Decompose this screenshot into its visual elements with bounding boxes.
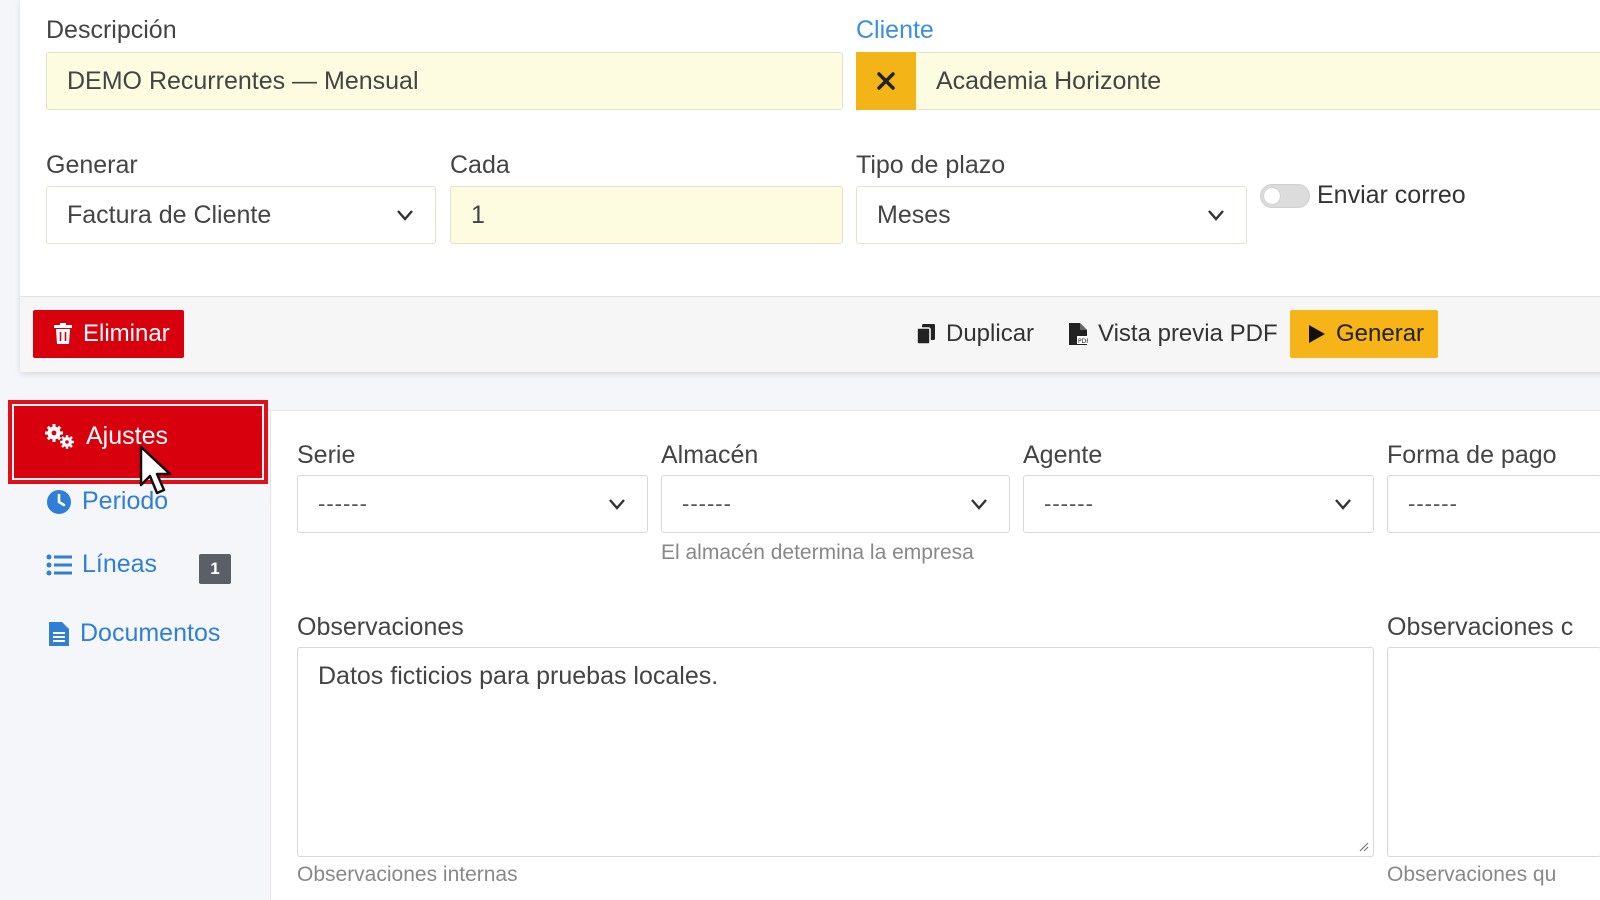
observaciones-cliente-textarea[interactable]	[1387, 647, 1600, 857]
generar-button[interactable]: Generar	[1290, 310, 1439, 358]
enviar-correo-label: Enviar correo	[1317, 181, 1466, 209]
almacen-value: ------	[682, 491, 732, 516]
agente-label: Agente	[1023, 441, 1103, 469]
forma-pago-label: Forma de pago	[1387, 441, 1557, 469]
mouse-cursor-icon	[139, 445, 172, 495]
tipo-plazo-label: Tipo de plazo	[856, 151, 1006, 179]
observaciones-textarea[interactable]: Datos ficticios para pruebas locales.	[297, 647, 1374, 857]
serie-value: ------	[318, 491, 368, 516]
descripcion-input[interactable]: DEMO Recurrentes — Mensual	[46, 52, 843, 110]
svg-text:PDF: PDF	[1078, 338, 1088, 345]
cliente-label[interactable]: Cliente	[856, 16, 934, 45]
clock-icon	[47, 489, 71, 514]
tipo-plazo-select[interactable]: Meses	[856, 186, 1247, 244]
card-footer: Eliminar Duplicar PDF Vista previa PDF G…	[20, 296, 1600, 372]
resize-handle-icon[interactable]	[1359, 842, 1369, 852]
observaciones-label: Observaciones	[297, 613, 464, 641]
cliente-value: Academia Horizonte	[936, 66, 1162, 95]
cada-value: 1	[471, 200, 485, 229]
descripcion-label: Descripción	[46, 16, 177, 44]
form-card: Descripción DEMO Recurrentes — Mensual C…	[20, 0, 1600, 372]
generar-select[interactable]: Factura de Cliente	[46, 186, 436, 244]
lineas-count-badge: 1	[199, 554, 231, 584]
cliente-input[interactable]: Academia Horizonte	[916, 52, 1600, 110]
agente-select[interactable]: ------	[1023, 475, 1374, 533]
chevron-down-icon	[1208, 210, 1224, 221]
chevron-down-icon	[397, 210, 413, 221]
eliminar-label: Eliminar	[83, 320, 170, 347]
chevron-down-icon	[1335, 499, 1351, 510]
sidebar-item-documentos[interactable]: Documentos	[48, 619, 220, 648]
descripcion-value: DEMO Recurrentes — Mensual	[67, 66, 419, 95]
generar-button-label: Generar	[1336, 320, 1425, 347]
settings-panel: Serie ------ Almacén ------ El almacén d…	[270, 410, 1600, 900]
sidebar-item-label: Documentos	[80, 619, 221, 647]
clear-cliente-button[interactable]	[856, 52, 916, 110]
file-pdf-icon: PDF	[1069, 323, 1088, 345]
duplicar-label: Duplicar	[946, 320, 1035, 347]
serie-label: Serie	[297, 441, 356, 469]
serie-select[interactable]: ------	[297, 475, 648, 533]
copy-icon	[916, 324, 935, 345]
sidebar-item-label: Líneas	[82, 550, 158, 578]
page: Descripción DEMO Recurrentes — Mensual C…	[0, 0, 1600, 900]
close-icon	[877, 72, 895, 90]
generar-value: Factura de Cliente	[67, 200, 272, 229]
gears-icon	[45, 423, 74, 449]
almacen-select[interactable]: ------	[661, 475, 1010, 533]
observaciones-cliente-label: Observaciones c	[1387, 613, 1574, 641]
play-icon	[1309, 325, 1325, 343]
duplicar-button[interactable]: Duplicar	[916, 310, 1034, 358]
generar-label: Generar	[46, 151, 138, 179]
document-icon	[49, 621, 69, 646]
tipo-plazo-value: Meses	[877, 200, 951, 229]
eliminar-button[interactable]: Eliminar	[33, 310, 184, 358]
vista-previa-pdf-button[interactable]: PDF Vista previa PDF	[1068, 310, 1278, 358]
toggle-knob	[1264, 188, 1280, 204]
agente-value: ------	[1044, 491, 1094, 516]
cada-label: Cada	[450, 151, 510, 179]
vista-previa-label: Vista previa PDF	[1098, 320, 1278, 347]
observaciones-help-text: Observaciones internas	[297, 863, 518, 886]
observaciones-cliente-help-text: Observaciones qu	[1387, 863, 1557, 886]
almacen-label: Almacén	[661, 441, 759, 469]
almacen-help-text: El almacén determina la empresa	[661, 541, 974, 564]
chevron-down-icon	[971, 499, 987, 510]
forma-pago-select[interactable]: ------	[1387, 475, 1600, 533]
chevron-down-icon	[609, 499, 625, 510]
sidebar-item-lineas[interactable]: Líneas	[46, 550, 157, 579]
forma-pago-value: ------	[1408, 491, 1458, 516]
observaciones-value: Datos ficticios para pruebas locales.	[318, 662, 719, 690]
list-icon	[46, 554, 72, 575]
cada-input[interactable]: 1	[450, 186, 843, 244]
enviar-correo-toggle[interactable]	[1260, 184, 1310, 208]
trash-icon	[54, 323, 72, 344]
